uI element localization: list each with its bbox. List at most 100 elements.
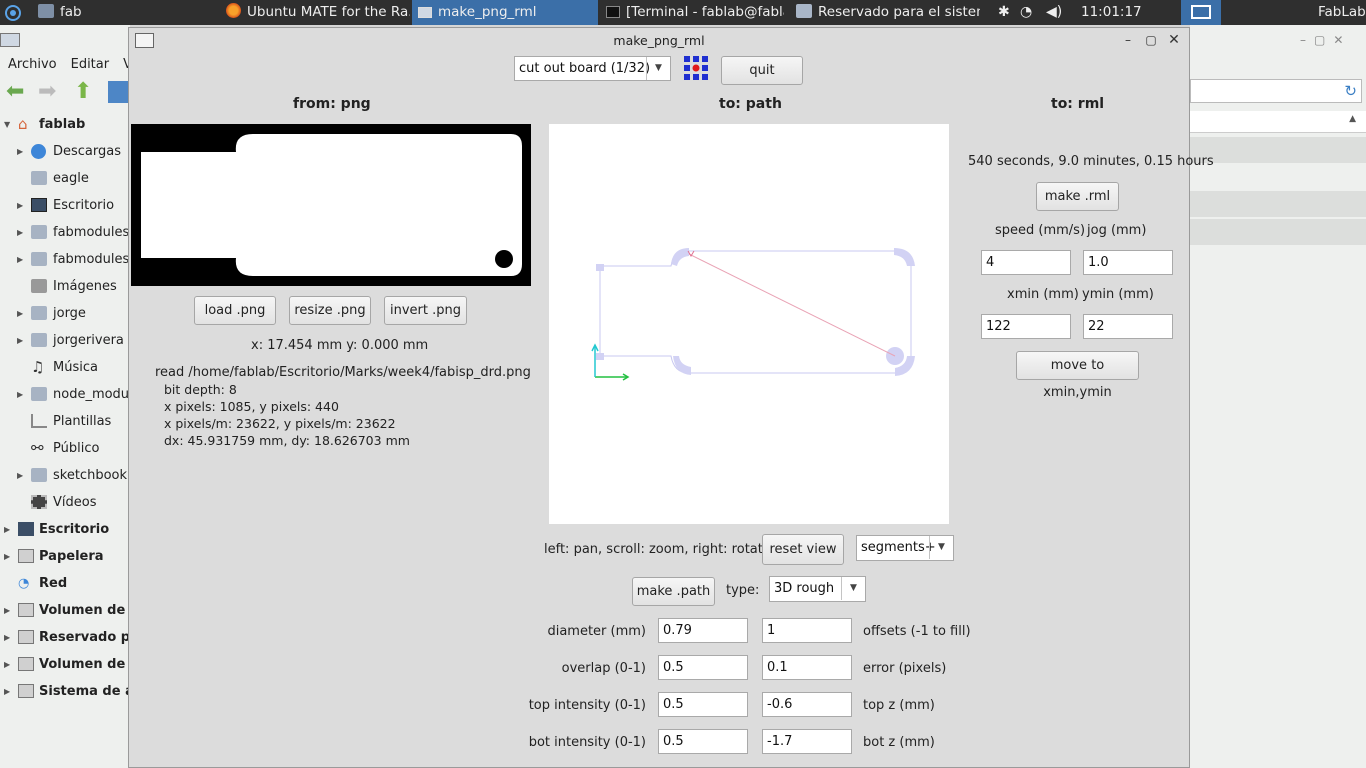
expander-icon[interactable]: ▼ <box>4 111 10 138</box>
path-type-select[interactable]: 3D rough ▼ <box>769 576 866 602</box>
sidebar-place-5[interactable]: ▶ Volumen de 47 <box>0 651 130 678</box>
user-name[interactable]: FabLab <box>1318 0 1366 25</box>
forward-icon[interactable]: ➡ <box>38 79 56 104</box>
sidebar-place-4[interactable]: ▶ Reservado par <box>0 624 130 651</box>
sidebar-item-4[interactable]: ▶ fabmodules- <box>0 246 130 273</box>
file-manager-window: Archivo Editar V ⬅ ➡ ⬆ ▼ ⌂ fablab ▶ Descarg… <box>0 25 130 768</box>
move-to-origin-button[interactable]: move to xmin,ymin <box>1016 351 1139 400</box>
make-png-rml-window: make_png_rml – ▢ ✕ cut out board (1/32) … <box>128 27 1214 768</box>
png-info-path: read /home/fablab/Escritorio/Marks/week4… <box>155 365 531 380</box>
expander-icon[interactable]: ▶ <box>17 327 23 354</box>
task-file-manager[interactable]: Reservado para el sistem... <box>796 0 980 25</box>
sidebar-item-12[interactable]: ▶ sketchbook <box>0 462 130 489</box>
music-icon: ♫ <box>31 358 45 376</box>
sidebar-item-5[interactable]: Imágenes <box>0 273 130 300</box>
expander-icon[interactable]: ▶ <box>4 651 10 678</box>
task-make-png-rml[interactable]: make_png_rml <box>412 0 598 25</box>
speed-field[interactable]: 4 <box>981 250 1071 275</box>
sidebar-item-10[interactable]: Plantillas <box>0 408 130 435</box>
bluetooth-icon[interactable]: ✱ <box>998 0 1012 25</box>
workspace-switcher[interactable] <box>1181 0 1221 25</box>
invert-png-button[interactable]: invert .png <box>384 296 467 325</box>
expander-icon[interactable]: ▶ <box>4 597 10 624</box>
fm-location-bar[interactable]: ↻ <box>1190 79 1362 103</box>
make-rml-button[interactable]: make .rml <box>1036 182 1119 211</box>
reload-icon[interactable]: ↻ <box>1344 82 1357 100</box>
expander-icon[interactable]: ▶ <box>17 462 23 489</box>
quit-button[interactable]: quit <box>721 56 803 85</box>
error-field[interactable]: 0.1 <box>762 655 852 680</box>
menu-fab[interactable]: fab <box>38 0 128 25</box>
folder-icon <box>31 252 47 266</box>
fm-row[interactable] <box>1190 137 1366 163</box>
mate-menu-icon[interactable] <box>4 0 26 25</box>
sidebar-item-label: Plantillas <box>53 414 112 429</box>
xmin-field[interactable]: 122 <box>981 314 1071 339</box>
sidebar-place-3[interactable]: ▶ Volumen de 31 <box>0 597 130 624</box>
fm-row[interactable] <box>1190 219 1366 245</box>
sidebar-item-3[interactable]: ▶ fabmodules <box>0 219 130 246</box>
sidebar-item-label: Vídeos <box>53 495 97 510</box>
up-icon[interactable]: ⬆ <box>74 79 92 104</box>
load-png-button[interactable]: load .png <box>194 296 276 325</box>
expander-icon[interactable]: ▶ <box>17 219 23 246</box>
expander-icon[interactable]: ▶ <box>4 678 10 705</box>
sidebar-item-7[interactable]: ▶ jorgerivera <box>0 327 130 354</box>
make-path-button[interactable]: make .path <box>632 577 715 606</box>
reset-view-button[interactable]: reset view <box>762 534 844 565</box>
task-browser[interactable]: Ubuntu MATE for the Ra... <box>226 0 410 25</box>
png-preview[interactable] <box>131 124 531 286</box>
menu-editar[interactable]: Editar <box>71 57 110 72</box>
sidebar-item-6[interactable]: ▶ jorge <box>0 300 130 327</box>
expander-icon[interactable]: ▶ <box>17 300 23 327</box>
expander-icon[interactable]: ▶ <box>4 624 10 651</box>
sort-arrow-icon[interactable]: ▲ <box>1349 114 1356 124</box>
sidebar-item-home[interactable]: ▼ ⌂ fablab <box>0 111 130 138</box>
top-z-field[interactable]: -0.6 <box>762 692 852 717</box>
volume-icon[interactable]: ◀) <box>1046 0 1068 25</box>
expander-icon[interactable]: ▶ <box>17 246 23 273</box>
expander-icon[interactable]: ▶ <box>17 381 23 408</box>
resize-png-button[interactable]: resize .png <box>289 296 371 325</box>
bot-intensity-field[interactable]: 0.5 <box>658 729 748 754</box>
sidebar-place-2[interactable]: ◔ Red <box>0 570 130 597</box>
expander-icon[interactable]: ▶ <box>17 138 23 165</box>
sidebar-item-13[interactable]: Vídeos <box>0 489 130 516</box>
ymin-field[interactable]: 22 <box>1083 314 1173 339</box>
fm-row[interactable] <box>1190 191 1366 217</box>
expander-icon[interactable]: ▶ <box>4 516 10 543</box>
minimize-button[interactable]: – <box>1119 32 1137 50</box>
wifi-icon[interactable]: ◔ <box>1020 0 1042 25</box>
diameter-field[interactable]: 0.79 <box>658 618 748 643</box>
overlap-field[interactable]: 0.5 <box>658 655 748 680</box>
sidebar-place-0[interactable]: ▶ Escritorio <box>0 516 130 543</box>
offsets-field[interactable]: 1 <box>762 618 852 643</box>
fm-column-header[interactable]: ▲ <box>1190 111 1366 133</box>
sidebar-item-8[interactable]: ♫ Música <box>0 354 130 381</box>
maximize-button[interactable]: ▢ <box>1142 32 1160 50</box>
sidebar-item-9[interactable]: ▶ node_modul <box>0 381 130 408</box>
sidebar-place-1[interactable]: ▶ Papelera <box>0 543 130 570</box>
menu-archivo[interactable]: Archivo <box>8 57 57 72</box>
sidebar-item-1[interactable]: eagle <box>0 165 130 192</box>
bot-z-field[interactable]: -1.7 <box>762 729 852 754</box>
sidebar-place-6[interactable]: ▶ Sistema de ar <box>0 678 130 705</box>
path-preview[interactable] <box>549 124 949 524</box>
expander-icon[interactable]: ▶ <box>17 192 23 219</box>
view-mode-select[interactable]: segments+ ▼ <box>856 535 954 561</box>
fm-window-controls[interactable]: –▢✕ <box>1300 33 1351 47</box>
close-button[interactable]: ✕ <box>1165 32 1183 50</box>
top-intensity-field[interactable]: 0.5 <box>658 692 748 717</box>
back-icon[interactable]: ⬅ <box>6 79 24 104</box>
task-terminal[interactable]: [Terminal - fablab@fabla... <box>606 0 784 25</box>
sidebar-item-0[interactable]: ▶ Descargas <box>0 138 130 165</box>
home-icon[interactable] <box>108 81 130 103</box>
process-select[interactable]: cut out board (1/32) ▼ <box>514 56 671 81</box>
sidebar-item-2[interactable]: ▶ Escritorio <box>0 192 130 219</box>
sidebar-place-label: Reservado par <box>39 630 130 645</box>
clock[interactable]: 11:01:17 <box>1081 0 1141 25</box>
window-titlebar: make_png_rml – ▢ ✕ <box>129 28 1189 54</box>
expander-icon[interactable]: ▶ <box>4 543 10 570</box>
sidebar-item-11[interactable]: ⚯ Público <box>0 435 130 462</box>
jog-field[interactable]: 1.0 <box>1083 250 1173 275</box>
